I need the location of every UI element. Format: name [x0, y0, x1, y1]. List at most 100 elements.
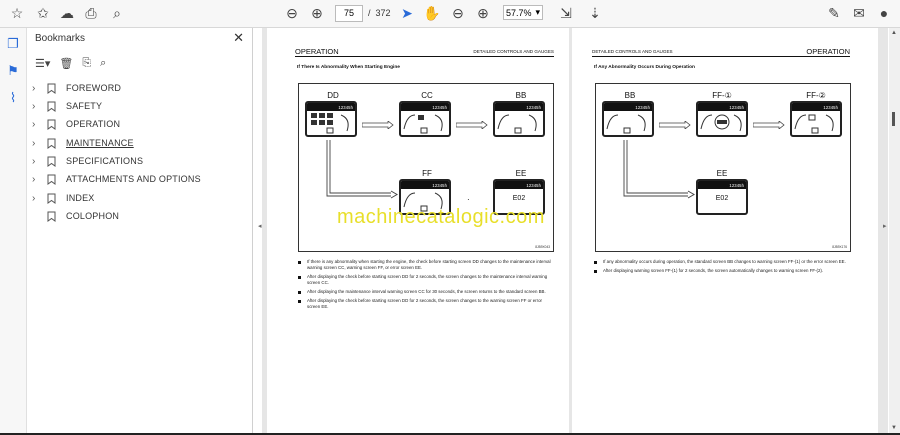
fit-page-icon[interactable]: ⇲ [557, 4, 575, 22]
screen-ee: 12345h E02 [696, 179, 748, 215]
bookmark-item-safety[interactable]: › SAFETY [32, 98, 102, 114]
home-star-icon[interactable]: ☆ [8, 4, 26, 22]
bookmark-label: INDEX [66, 193, 95, 203]
zoom-select[interactable]: 57.7% ▾ [503, 5, 543, 20]
find-bookmark-icon[interactable]: ⌕ [100, 57, 106, 70]
status-bar: 12345h [698, 181, 746, 189]
bookmark-flag-icon [44, 137, 58, 149]
bookmark-item-specifications[interactable]: › SPECIFICATIONS [32, 153, 143, 169]
chevron-right-icon[interactable]: › [32, 119, 44, 130]
arrow-down-right-icon [326, 140, 398, 199]
vertical-scrollbar[interactable]: ▲ ▼ [889, 28, 900, 433]
bookmark-flag-icon [44, 82, 58, 94]
hand-tool-icon[interactable]: ✋ [423, 4, 441, 22]
chevron-right-icon[interactable]: › [32, 156, 44, 167]
chevron-down-icon: ▾ [535, 7, 540, 17]
bullet-item: If any abnormality occurs during operati… [594, 259, 854, 265]
mail-icon[interactable]: ✉ [850, 4, 868, 22]
bookmark-label: ATTACHMENTS AND OPTIONS [66, 174, 201, 184]
scroll-mode-icon[interactable]: ⇣ [586, 4, 604, 22]
bookmark-item-colophon[interactable]: ›COLOPHON [32, 208, 119, 224]
bookmark-item-operation[interactable]: › OPERATION [32, 116, 120, 132]
delete-icon[interactable]: 🗑 [59, 57, 73, 70]
bookmarks-rail-icon[interactable]: ⚑ [5, 63, 21, 79]
bookmark-item-foreword[interactable]: › FOREWORD [32, 80, 121, 96]
figure-reference: 8JB9X043 [535, 245, 550, 249]
close-icon[interactable]: ✕ [233, 30, 244, 46]
arrow-right-icon [456, 121, 488, 129]
scroll-up-icon[interactable]: ▲ [891, 30, 897, 36]
status-bar: 12345h [401, 103, 449, 111]
bookmark-item-maintenance[interactable]: › MAINTENANCE [32, 135, 134, 151]
header-rule [295, 56, 554, 57]
error-code: E02 [715, 195, 729, 202]
screen-bb: 12345h [602, 101, 654, 137]
header-rule [592, 56, 850, 57]
bookmark-flag-icon [44, 210, 58, 222]
scroll-down-icon[interactable]: ▼ [891, 425, 897, 431]
chevron-right-icon[interactable]: › [32, 138, 44, 149]
upload-cloud-icon[interactable]: ☁ [58, 4, 76, 22]
add-bookmark-icon[interactable]: ⎘ [82, 57, 91, 70]
next-page-icon[interactable]: ⊕ [308, 4, 326, 22]
bookmarks-panel: Bookmarks ✕ ☰▾ 🗑 ⎘ ⌕ › FOREWORD › SAFETY ›… [27, 28, 253, 433]
account-icon[interactable]: ● [875, 4, 893, 22]
error-code: E02 [512, 195, 526, 202]
screen-label-cc: CC [421, 91, 433, 100]
search-icon[interactable]: ⌕ [108, 4, 126, 22]
bullet-item: After displaying warning screen FF-(1) f… [594, 268, 854, 274]
chevron-right-icon[interactable]: › [32, 101, 44, 112]
prev-page-icon[interactable]: ⊖ [283, 4, 301, 22]
zoom-in-icon[interactable]: ⊕ [474, 4, 492, 22]
screen-bb: 12345h [493, 101, 545, 137]
options-menu-icon[interactable]: ☰▾ [35, 57, 50, 70]
bullet-list: If there is any abnormality when startin… [298, 259, 555, 313]
page-header-left: DETAILED CONTROLS AND GAUGES [592, 49, 673, 54]
screen-label-bb: BB [515, 91, 527, 100]
status-bar: 12345h [495, 103, 543, 111]
bookmark-flag-icon [44, 173, 58, 185]
screen-flow-figure: BB 12345h FF-① 12345h FF-② 12345h EE 123… [595, 83, 851, 252]
sign-pen-icon[interactable]: ✎ [825, 4, 843, 22]
page-header-right: OPERATION [806, 47, 850, 56]
check-grid-icon [311, 113, 349, 134]
page-header-left: OPERATION [295, 47, 339, 56]
pages-icon[interactable]: ❐ [5, 36, 21, 52]
arrow-down-right-icon [623, 140, 695, 199]
bookmark-label: COLOPHON [66, 211, 120, 221]
attachment-icon[interactable]: ⌇ [5, 90, 21, 106]
expand-right-icon[interactable]: ▸ [883, 222, 887, 230]
watermark: machinecatalogic.com [337, 206, 545, 228]
print-icon[interactable]: ⎙ [82, 4, 100, 22]
bookmark-label: SAFETY [66, 101, 103, 111]
chevron-right-icon[interactable]: › [32, 174, 44, 185]
bookmark-item-index[interactable]: › INDEX [32, 190, 95, 206]
bookmark-label: OPERATION [66, 119, 121, 129]
panel-title: Bookmarks [35, 33, 86, 44]
bullet-item: After displaying the maintenance interva… [298, 289, 555, 295]
bookmark-label: MAINTENANCE [66, 138, 134, 148]
select-cursor-icon[interactable]: ➤ [398, 4, 416, 22]
bookmark-flag-icon [44, 155, 58, 167]
arrow-right-icon [659, 121, 691, 129]
status-bar: 12345h [495, 181, 543, 189]
zoom-out-icon[interactable]: ⊖ [449, 4, 467, 22]
bookmark-item-attachments[interactable]: › ATTACHMENTS AND OPTIONS [32, 171, 201, 187]
bookmark-flag-icon [44, 118, 58, 130]
scrollbar-thumb[interactable] [892, 112, 895, 126]
bookmark-label: SPECIFICATIONS [66, 156, 144, 166]
chevron-right-icon[interactable]: › [32, 83, 44, 94]
page-number-input[interactable] [335, 4, 363, 22]
screen-label-ee: EE [716, 169, 728, 178]
page-right: DETAILED CONTROLS AND GAUGES OPERATION I… [572, 28, 878, 433]
bookmark-flag-icon [44, 192, 58, 204]
page-total: 372 [375, 8, 391, 18]
bullet-item: After displaying the check before starti… [298, 274, 555, 286]
chevron-right-icon[interactable]: › [32, 193, 44, 204]
section-title: If There Is Abnormality When Starting En… [297, 65, 400, 70]
bookmark-star-icon[interactable]: ✩ [34, 4, 52, 22]
section-title: If Any Abnormality Occurs During Operati… [594, 65, 695, 70]
bookmark-flag-icon [44, 100, 58, 112]
left-rail: ❐ ⚑ ⌇ [0, 28, 27, 433]
collapse-panel-icon[interactable]: ◂ [258, 222, 262, 230]
